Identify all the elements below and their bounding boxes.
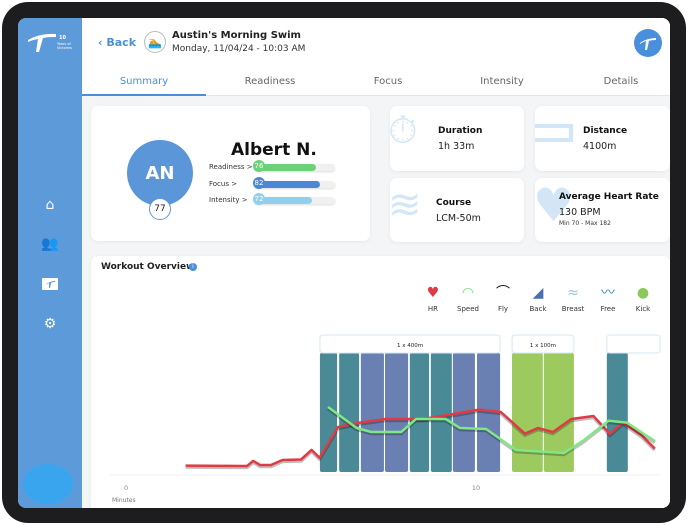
athlete-card: AN 77 Albert N. Readiness > 76 Focus > 82… <box>91 106 370 241</box>
set-label: 1 x 100m <box>530 343 556 349</box>
tab-bar: Summary Readiness Focus Intensity Detail… <box>82 68 670 96</box>
metric-2[interactable]: Intensity > 72 <box>209 193 339 207</box>
distance-value: 4100m <box>583 141 617 152</box>
distance-title: Distance <box>583 126 628 136</box>
home-icon[interactable]: ⌂ <box>40 195 60 215</box>
page-title: Austin's Morning Swim <box>172 30 301 41</box>
duration-title: Duration <box>438 126 483 136</box>
metric-label[interactable]: Intensity > <box>209 196 248 204</box>
brand-logo: 10 Years of Victories <box>26 30 76 56</box>
floating-action-button[interactable] <box>23 464 73 504</box>
workouts-logo-icon[interactable] <box>40 274 60 294</box>
tab-focus[interactable]: Focus <box>332 76 444 87</box>
distance-card: Distance 4100m <box>535 106 670 171</box>
x-tick-label: 10 <box>472 484 480 492</box>
heart-rate-card: ♥ Average Heart Rate 130 BPM Min 70 - Ma… <box>535 178 670 242</box>
interval-bar <box>385 353 409 472</box>
tab-details[interactable]: Details <box>562 76 670 87</box>
duration-value: 1h 33m <box>438 141 475 152</box>
set-header <box>606 334 661 354</box>
back-button[interactable]: ‹ Back <box>98 36 136 49</box>
swim-activity-icon: 🏊 <box>144 31 166 53</box>
course-title: Course <box>436 198 472 208</box>
metric-value: 82 <box>253 176 265 189</box>
header: ‹ Back 🏊 Austin's Morning Swim Monday, 1… <box>82 18 670 68</box>
x-tick-label: 0 <box>124 484 128 492</box>
course-card: ≋ Course LCM-50m <box>390 178 524 242</box>
interval-bar <box>409 353 430 472</box>
ruler-icon <box>535 124 573 142</box>
workout-date: Monday, 11/04/24 - 10:03 AM <box>172 44 306 54</box>
metric-bar <box>254 197 335 204</box>
svg-text:Victories: Victories <box>57 46 72 50</box>
svg-text:10: 10 <box>59 35 66 41</box>
interval-bar <box>339 353 360 472</box>
heart-rate-range: Min 70 - Max 182 <box>559 220 611 227</box>
athlete-score-badge: 77 <box>149 198 171 220</box>
tab-readiness[interactable]: Readiness <box>210 76 330 87</box>
avatar: AN <box>127 140 193 206</box>
heart-rate-title: Average Heart Rate <box>559 192 659 202</box>
metric-bar <box>254 180 335 188</box>
main: ‹ Back 🏊 Austin's Morning Swim Monday, 1… <box>82 18 670 508</box>
set-label: 1 x 400m <box>397 343 423 349</box>
duration-card: ⏱ Duration 1h 33m <box>390 106 524 171</box>
athlete-name: Albert N. <box>231 140 317 160</box>
tab-summary[interactable]: Summary <box>82 76 206 87</box>
interval-bar <box>360 353 384 472</box>
workout-chart: 1 x 400m 1 x 100m 0 10 Minutes <box>110 334 661 504</box>
metric-1[interactable]: Focus > 82 <box>209 176 339 191</box>
active-tab-indicator <box>82 94 206 96</box>
heart-rate-value: 130 BPM <box>559 207 601 218</box>
interval-bar <box>606 353 628 472</box>
gear-icon[interactable]: ⚙ <box>40 314 60 334</box>
stopwatch-icon: ⏱ <box>390 108 418 152</box>
workout-overview-card: Workout Overview i ♥ HR ◠ Speed ⌒ Fly ◢ Back ≈ Br… <box>91 256 670 508</box>
course-value: LCM-50m <box>436 213 481 224</box>
pool-icon: ≋ <box>390 182 422 228</box>
sidebar: 10 Years of Victories ⌂ 👥 ⚙ <box>18 18 82 508</box>
metric-label[interactable]: Readiness > <box>209 163 253 171</box>
metric-label[interactable]: Focus > <box>209 180 237 188</box>
metric-bar <box>254 164 335 171</box>
metric-value: 72 <box>253 193 265 205</box>
profile-logo-button[interactable] <box>634 29 662 57</box>
screen: 10 Years of Victories ⌂ 👥 ⚙ ‹ Back 🏊 Austi… <box>18 18 670 508</box>
people-icon[interactable]: 👥 <box>40 234 60 254</box>
x-axis-label: Minutes <box>112 497 136 504</box>
metric-0[interactable]: Readiness > 76 <box>209 160 339 174</box>
tab-intensity[interactable]: Intensity <box>446 76 558 87</box>
metric-value: 76 <box>253 160 265 172</box>
interval-bar <box>430 353 452 472</box>
